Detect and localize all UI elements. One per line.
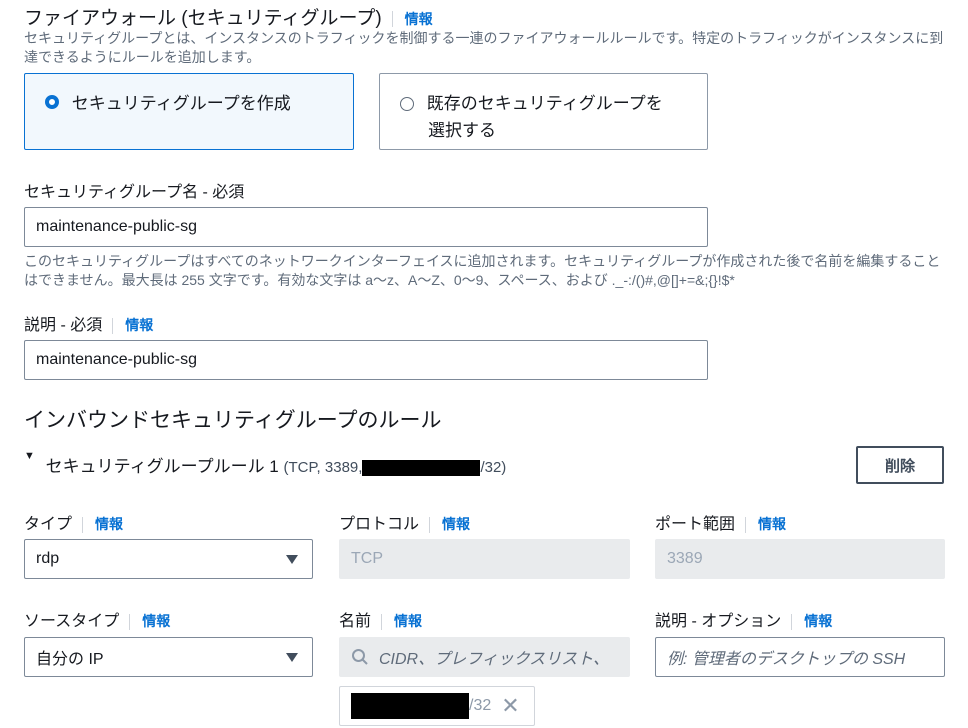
type-select[interactable]: rdp bbox=[24, 539, 313, 579]
desc-opt-input[interactable]: 例: 管理者のデスクトップの SSH bbox=[655, 637, 945, 677]
section-title: ファイアウォール (セキュリティグループ) bbox=[24, 8, 382, 29]
section-header: ファイアウォール (セキュリティグループ) 情報 bbox=[24, 3, 433, 30]
rule-title: セキュリティグループルール 1 bbox=[45, 457, 279, 476]
source-type-select[interactable]: 自分の IP bbox=[24, 637, 313, 677]
name-placeholder: CIDR、プレフィックスリスト、 bbox=[379, 651, 609, 668]
desc-opt-placeholder: 例: 管理者のデスクトップの SSH bbox=[667, 651, 906, 668]
inbound-rules-title: インバウンドセキュリティグループのルール bbox=[24, 409, 442, 432]
port-range-input: 3389 bbox=[655, 539, 945, 579]
name-label: 名前 bbox=[339, 613, 372, 630]
info-link-name[interactable]: 情報 bbox=[394, 613, 422, 629]
type-label: タイプ bbox=[24, 516, 73, 533]
port-label: ポート範囲 bbox=[655, 516, 736, 533]
type-value: rdp bbox=[36, 550, 60, 567]
protocol-input: TCP bbox=[339, 539, 630, 579]
token-suffix: /32 bbox=[469, 697, 492, 714]
type-label-row: タイプ 情報 bbox=[24, 510, 123, 534]
description-label: 説明 - 必須 bbox=[24, 317, 103, 334]
name-search-input[interactable]: CIDR、プレフィックスリスト、 bbox=[339, 637, 630, 677]
info-link-port[interactable]: 情報 bbox=[758, 516, 786, 532]
rule-expander[interactable]: ▼ セキュリティグループルール 1 (TCP, 3389, /32) bbox=[24, 450, 507, 477]
protocol-value: TCP bbox=[351, 550, 383, 567]
search-icon bbox=[352, 649, 368, 665]
sg-name-input[interactable]: maintenance-public-sg bbox=[24, 207, 708, 247]
section-description: セキュリティグループとは、インスタンスのトラフィックを制御する一連のファイアウォ… bbox=[24, 30, 944, 65]
redacted-ip bbox=[362, 459, 481, 476]
sg-name-label: セキュリティグループ名 - 必須 bbox=[24, 184, 245, 201]
delete-rule-button[interactable]: 削除 bbox=[856, 446, 944, 484]
port-label-row: ポート範囲 情報 bbox=[655, 510, 786, 534]
dropdown-caret-icon bbox=[286, 555, 298, 564]
info-link-firewall[interactable]: 情報 bbox=[405, 11, 433, 27]
ip-token: /32 ✕ bbox=[339, 686, 535, 726]
protocol-label: プロトコル bbox=[339, 516, 420, 533]
port-value: 3389 bbox=[667, 550, 703, 567]
rule-detail-prefix: (TCP, 3389, bbox=[283, 459, 363, 476]
redacted-ip bbox=[351, 693, 469, 719]
rule-detail-suffix: /32) bbox=[480, 459, 507, 476]
description-label-row: 説明 - 必須 情報 bbox=[24, 311, 153, 335]
source-type-label: ソースタイプ bbox=[24, 613, 120, 630]
radio-tile-existing-sg[interactable]: 既存のセキュリティグループを 選択する bbox=[379, 73, 708, 150]
create-sg-label: セキュリティグループを作成 bbox=[71, 94, 291, 113]
desc-opt-label: 説明 - オプション bbox=[655, 613, 782, 630]
radio-selected-icon bbox=[45, 94, 59, 109]
dropdown-caret-icon bbox=[286, 653, 298, 662]
desc-opt-label-row: 説明 - オプション 情報 bbox=[655, 607, 832, 631]
expand-triangle-icon: ▼ bbox=[24, 450, 35, 462]
radio-unselected-icon bbox=[400, 96, 414, 111]
description-input[interactable]: maintenance-public-sg bbox=[24, 340, 708, 380]
existing-sg-label-line2: 選択する bbox=[428, 121, 496, 141]
description-value: maintenance-public-sg bbox=[36, 351, 197, 368]
radio-tile-create-sg[interactable]: セキュリティグループを作成 bbox=[24, 73, 354, 150]
source-type-label-row: ソースタイプ 情報 bbox=[24, 607, 170, 631]
close-icon[interactable]: ✕ bbox=[501, 695, 519, 717]
info-link-protocol[interactable]: 情報 bbox=[442, 516, 470, 532]
info-link-desc-opt[interactable]: 情報 bbox=[804, 613, 832, 629]
sg-name-hint: このセキュリティグループはすべてのネットワークインターフェイスに追加されます。セ… bbox=[24, 253, 941, 288]
info-link-type[interactable]: 情報 bbox=[95, 516, 123, 532]
existing-sg-label-line1: 既存のセキュリティグループを bbox=[426, 94, 663, 114]
protocol-label-row: プロトコル 情報 bbox=[339, 510, 470, 534]
name-label-row: 名前 情報 bbox=[339, 607, 422, 631]
source-type-value: 自分の IP bbox=[36, 651, 104, 668]
sg-name-value: maintenance-public-sg bbox=[36, 218, 197, 235]
info-link-description[interactable]: 情報 bbox=[125, 317, 153, 333]
info-link-source-type[interactable]: 情報 bbox=[142, 613, 170, 629]
